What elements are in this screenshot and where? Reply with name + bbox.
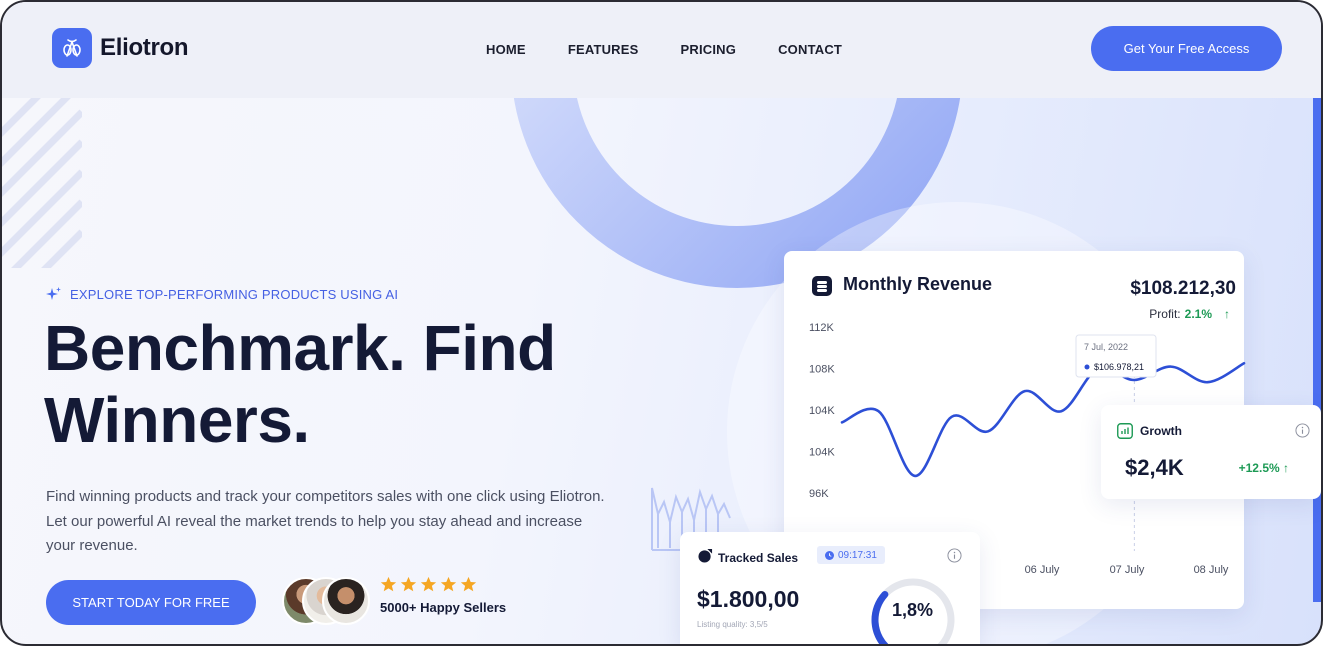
timer-text: 09:17:31 xyxy=(838,549,877,561)
listing-quality-text: Listing quality: 3,5/5 xyxy=(697,620,768,629)
growth-card: Growth $2,4K +12.5% ↑ xyxy=(1101,405,1321,499)
pie-chart-icon xyxy=(698,548,713,563)
star-icon xyxy=(400,576,417,592)
happy-sellers-text: 5000+ Happy Sellers xyxy=(380,600,507,615)
bar-chart-icon xyxy=(1117,423,1133,439)
x-tick-label: 06 July xyxy=(1025,564,1060,576)
x-tick-label: 07 July xyxy=(1110,564,1145,576)
nav-home[interactable]: HOME xyxy=(486,42,526,57)
brand-name: Eliotron xyxy=(100,34,189,61)
star-icon xyxy=(440,576,457,592)
hero-eyebrow: EXPLORE TOP-PERFORMING PRODUCTS USING AI xyxy=(46,286,398,302)
page-frame: Eliotron HOME FEATURES PRICING CONTACT G… xyxy=(0,0,1323,646)
top-navbar: Eliotron HOME FEATURES PRICING CONTACT G… xyxy=(2,2,1321,98)
tooltip-dot xyxy=(1084,364,1090,370)
hero-description: Find winning products and track your com… xyxy=(46,488,605,554)
y-tick-label: 104K xyxy=(809,447,835,459)
nav-pricing[interactable]: PRICING xyxy=(681,42,737,57)
growth-value: $2,4K xyxy=(1125,455,1184,480)
star-icon xyxy=(460,576,477,592)
avatar xyxy=(322,577,370,625)
nav-contact[interactable]: CONTACT xyxy=(778,42,842,57)
growth-title: Growth xyxy=(1140,424,1182,438)
gauge-fill xyxy=(871,590,889,644)
start-today-button[interactable]: START TODAY FOR FREE xyxy=(46,580,256,625)
timer-badge: 09:17:31 xyxy=(817,546,885,564)
bee-logo-icon xyxy=(52,28,92,68)
star-icon xyxy=(380,576,397,592)
hero-headline: Benchmark. Find Winners. xyxy=(44,312,556,456)
headline-line-2: Winners. xyxy=(44,384,310,456)
rating-stars xyxy=(380,576,477,593)
customer-avatars xyxy=(282,577,372,627)
y-tick-label: 96K xyxy=(809,488,829,500)
x-tick-label: 08 July xyxy=(1194,564,1229,576)
sparkle-icon xyxy=(46,287,61,300)
y-tick-label: 108K xyxy=(809,364,835,376)
eyebrow-text: EXPLORE TOP-PERFORMING PRODUCTS USING AI xyxy=(70,286,399,302)
star-icon xyxy=(420,576,437,592)
get-free-access-button[interactable]: Get Your Free Access xyxy=(1091,26,1282,71)
tracked-sales-title: Tracked Sales xyxy=(718,551,799,565)
tooltip-value: $106.978,21 xyxy=(1094,362,1144,372)
main-nav: HOME FEATURES PRICING CONTACT xyxy=(486,42,842,57)
headline-line-1: Benchmark. Find xyxy=(44,312,556,384)
clock-icon xyxy=(825,550,834,560)
info-icon[interactable] xyxy=(947,548,962,563)
y-tick-label: 112K xyxy=(809,322,835,334)
nav-features[interactable]: FEATURES xyxy=(568,42,639,57)
tooltip-date: 7 Jul, 2022 xyxy=(1084,342,1128,352)
right-accent-bar xyxy=(1313,82,1321,602)
tracked-sales-card: Tracked Sales 09:17:31 $1.800,00 Listing… xyxy=(680,532,980,644)
gauge-label: 1,8% xyxy=(892,600,934,620)
tracked-sales-value: $1.800,00 xyxy=(697,586,800,612)
brand-logo[interactable]: Eliotron xyxy=(52,28,189,68)
growth-change: +12.5% ↑ xyxy=(1238,461,1289,475)
y-tick-label: 104K xyxy=(809,405,835,417)
info-icon[interactable] xyxy=(1295,423,1310,438)
